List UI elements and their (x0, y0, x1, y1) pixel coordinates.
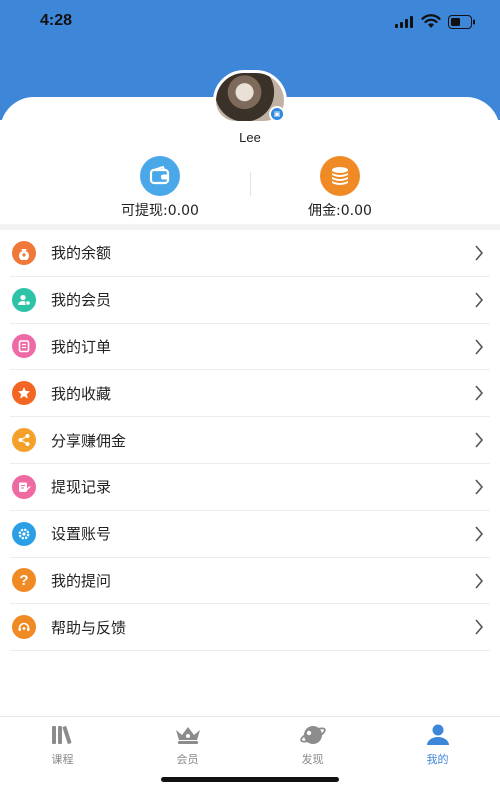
chevron-right-icon (475, 573, 484, 589)
order-icon (12, 334, 36, 359)
chevron-right-icon (475, 385, 484, 401)
chevron-right-icon (475, 292, 484, 308)
withdrawable-label: 可提现:0.00 (121, 203, 199, 219)
share-icon (12, 428, 36, 453)
home-indicator[interactable] (161, 777, 339, 782)
menu-item-label: 我的收藏 (51, 384, 112, 403)
settings-icon (12, 521, 36, 546)
chevron-right-icon (475, 339, 484, 355)
person-icon (375, 723, 500, 747)
menu-item-label: 提现记录 (51, 478, 112, 497)
withdrawable-stat[interactable]: 可提现:0.00 (70, 156, 250, 220)
commission-stat[interactable]: 佣金:0.00 (250, 156, 430, 220)
menu-item-account-settings[interactable]: 设置账号 (10, 511, 490, 558)
tab-label: 会员 (176, 753, 199, 766)
menu-item-label: 设置账号 (51, 525, 112, 544)
menu-item-label: 帮助与反馈 (51, 618, 127, 637)
menu-item-membership[interactable]: 我的会员 (10, 277, 490, 324)
menu-item-label: 我的订单 (51, 337, 112, 356)
menu-item-favorites[interactable]: 我的收藏 (10, 370, 490, 418)
status-bar: 4:28 (0, 0, 500, 44)
chevron-right-icon (475, 619, 484, 635)
menu-item-label: 分享赚佣金 (51, 431, 127, 450)
edit-badge-icon[interactable]: ▣ (269, 106, 285, 122)
money-bag-icon (12, 240, 36, 265)
wallet-icon (140, 156, 180, 196)
menu-item-orders[interactable]: 我的订单 (10, 324, 490, 371)
menu-item-withdraw-records[interactable]: 提现记录 (10, 464, 490, 511)
chevron-right-icon (475, 432, 484, 448)
username: Lee (239, 130, 261, 145)
tab-courses[interactable]: 课程 (0, 723, 125, 767)
books-icon (0, 723, 125, 747)
menu-item-label: 我的提问 (51, 571, 112, 590)
feedback-icon (12, 615, 36, 640)
avatar[interactable]: ▣ (213, 70, 287, 124)
member-icon (12, 287, 36, 312)
tab-membership[interactable]: 会员 (125, 723, 250, 767)
tab-label: 我的 (426, 753, 449, 766)
battery-icon (448, 15, 475, 29)
star-icon (12, 381, 36, 406)
question-icon: ? (12, 568, 36, 593)
chevron-right-icon (475, 245, 484, 261)
tab-mine[interactable]: 我的 (375, 723, 500, 767)
menu-item-balance[interactable]: 我的余额 (10, 230, 490, 277)
signal-icon (395, 16, 413, 28)
discover-icon (250, 723, 375, 747)
menu-item-help-feedback[interactable]: 帮助与反馈 (10, 604, 490, 652)
wifi-icon (421, 14, 441, 28)
menu-list: 我的余额 我的会员 我的订单 我的收藏 分享赚佣金 提现记录 设置账号 ? 我的… (10, 230, 490, 652)
withdraw-record-icon (12, 474, 36, 499)
menu-item-label: 我的会员 (51, 291, 112, 310)
tab-discover[interactable]: 发现 (250, 723, 375, 767)
menu-item-my-questions[interactable]: ? 我的提问 (10, 558, 490, 605)
menu-item-label: 我的余额 (51, 244, 112, 263)
commission-label: 佣金:0.00 (308, 203, 372, 219)
coins-icon (320, 156, 360, 196)
chevron-right-icon (475, 479, 484, 495)
menu-item-share[interactable]: 分享赚佣金 (10, 417, 490, 464)
tab-label: 发现 (301, 753, 324, 766)
status-time: 4:28 (40, 12, 73, 29)
tab-label: 课程 (51, 753, 74, 766)
crown-icon (125, 723, 250, 747)
chevron-right-icon (475, 526, 484, 542)
